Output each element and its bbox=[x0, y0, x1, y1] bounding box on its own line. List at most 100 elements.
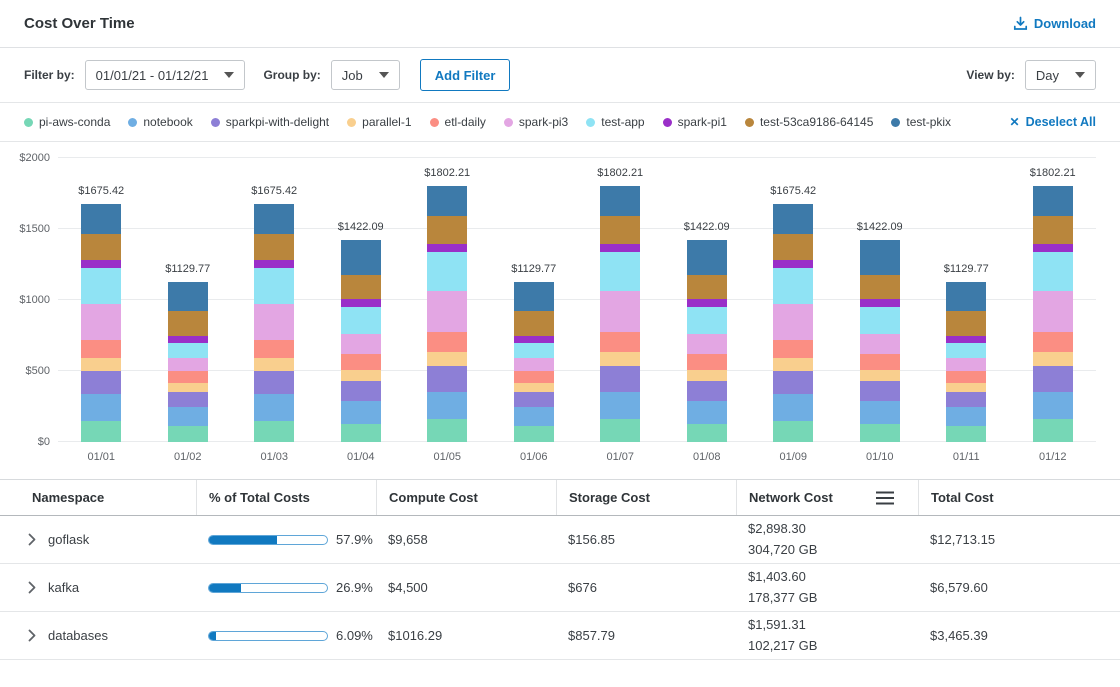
x-axis-tick-label: 01/01 bbox=[58, 451, 145, 463]
column-header-total-cost: Total Cost bbox=[918, 480, 1120, 515]
view-by-select[interactable]: Day bbox=[1025, 60, 1096, 90]
bar-column-01-10[interactable]: $1422.09 bbox=[837, 158, 924, 442]
bar-segment-test-53ca9186-64145 bbox=[514, 311, 554, 337]
namespace-label: kafka bbox=[48, 580, 79, 595]
column-header-label: Compute Cost bbox=[389, 490, 478, 505]
bar-segment-pi-aws-conda bbox=[427, 419, 467, 442]
bar-segment-spark-pi3 bbox=[81, 304, 121, 340]
bar-segment-spark-pi1 bbox=[254, 260, 294, 268]
bar-segment-etl-daily bbox=[254, 340, 294, 358]
legend-item-test-pkix[interactable]: test-pkix bbox=[891, 115, 951, 129]
download-icon bbox=[1013, 16, 1028, 31]
namespace-cell: goflask bbox=[0, 532, 196, 547]
legend-item-spark-pi3[interactable]: spark-pi3 bbox=[504, 115, 568, 129]
bar-segment-notebook bbox=[427, 392, 467, 420]
group-by-select[interactable]: Job bbox=[331, 60, 400, 90]
bar-stack bbox=[341, 240, 381, 442]
download-label: Download bbox=[1034, 16, 1096, 31]
column-header-label: Network Cost bbox=[749, 490, 833, 505]
bar-column-01-02[interactable]: $1129.77 bbox=[145, 158, 232, 442]
legend-item-label: test-pkix bbox=[906, 115, 951, 129]
bar-column-01-12[interactable]: $1802.21 bbox=[1010, 158, 1097, 442]
bar-column-01-05[interactable]: $1802.21 bbox=[404, 158, 491, 442]
bar-total-label: $1802.21 bbox=[565, 167, 676, 179]
bar-segment-test-pkix bbox=[773, 204, 813, 234]
column-header-network-cost: Network Cost bbox=[736, 480, 918, 515]
table-row-kafka: kafka26.9%$4,500$676$1,403.60178,377 GB$… bbox=[0, 564, 1120, 612]
bar-segment-test-app bbox=[341, 307, 381, 334]
close-icon: ✕ bbox=[1010, 115, 1020, 129]
x-axis-tick-label: 01/08 bbox=[664, 451, 751, 463]
column-header-storage-cost: Storage Cost bbox=[556, 480, 736, 515]
legend-item-pi-aws-conda[interactable]: pi-aws-conda bbox=[24, 115, 110, 129]
column-header-label: Storage Cost bbox=[569, 490, 650, 505]
bar-segment-pi-aws-conda bbox=[1033, 419, 1073, 442]
bar-segment-sparkpi-with-delight bbox=[860, 381, 900, 401]
bar-stack bbox=[600, 186, 640, 442]
panel-header: Cost Over Time Download bbox=[0, 0, 1120, 48]
bar-segment-test-app bbox=[687, 307, 727, 334]
page-title: Cost Over Time bbox=[24, 15, 135, 32]
expand-row-button[interactable] bbox=[28, 533, 36, 546]
total-cost-cell: $3,465.39 bbox=[918, 628, 1120, 643]
legend-item-spark-pi1[interactable]: spark-pi1 bbox=[663, 115, 727, 129]
percent-label: 26.9% bbox=[336, 580, 373, 595]
legend-item-test-app[interactable]: test-app bbox=[586, 115, 644, 129]
bar-column-01-01[interactable]: $1675.42 bbox=[58, 158, 145, 442]
bar-segment-spark-pi3 bbox=[600, 291, 640, 332]
column-header-of-total-costs: % of Total Costs bbox=[196, 480, 376, 515]
bar-segment-test-pkix bbox=[168, 282, 208, 311]
bar-stack bbox=[860, 240, 900, 442]
bar-segment-test-app bbox=[168, 343, 208, 359]
group-by-label: Group by: bbox=[263, 68, 320, 82]
legend-item-test-53ca9186-64145[interactable]: test-53ca9186-64145 bbox=[745, 115, 873, 129]
bar-segment-spark-pi1 bbox=[1033, 244, 1073, 253]
bar-stack bbox=[687, 240, 727, 442]
bar-segment-pi-aws-conda bbox=[254, 421, 294, 442]
legend-item-sparkpi-with-delight[interactable]: sparkpi-with-delight bbox=[211, 115, 329, 129]
legend-item-etl-daily[interactable]: etl-daily bbox=[430, 115, 486, 129]
bar-column-01-03[interactable]: $1675.42 bbox=[231, 158, 318, 442]
bar-column-01-08[interactable]: $1422.09 bbox=[664, 158, 751, 442]
cost-chart: $0$500$1000$1500$2000 $1675.42$1129.77$1… bbox=[0, 142, 1120, 463]
column-menu-icon[interactable] bbox=[876, 491, 894, 505]
group-by-value: Job bbox=[342, 68, 363, 83]
legend-color-dot bbox=[586, 118, 595, 127]
bar-segment-sparkpi-with-delight bbox=[168, 392, 208, 408]
bar-column-01-06[interactable]: $1129.77 bbox=[491, 158, 578, 442]
bar-total-label: $1129.77 bbox=[133, 263, 244, 275]
column-header-compute-cost: Compute Cost bbox=[376, 480, 556, 515]
bar-column-01-11[interactable]: $1129.77 bbox=[923, 158, 1010, 442]
bar-segment-etl-daily bbox=[946, 371, 986, 383]
y-axis: $0$500$1000$1500$2000 bbox=[10, 158, 58, 442]
bar-column-01-07[interactable]: $1802.21 bbox=[577, 158, 664, 442]
date-range-select[interactable]: 01/01/21 - 01/12/21 bbox=[85, 60, 246, 90]
bar-column-01-04[interactable]: $1422.09 bbox=[318, 158, 405, 442]
table-body: goflask57.9%$9,658$156.85$2,898.30304,72… bbox=[0, 516, 1120, 660]
bar-segment-parallel-1 bbox=[81, 358, 121, 371]
legend-item-label: etl-daily bbox=[445, 115, 486, 129]
bar-segment-test-53ca9186-64145 bbox=[946, 311, 986, 337]
bar-segment-test-app bbox=[1033, 252, 1073, 290]
deselect-all-label: Deselect All bbox=[1026, 115, 1096, 129]
deselect-all-button[interactable]: ✕ Deselect All bbox=[1010, 115, 1096, 129]
bar-segment-test-53ca9186-64145 bbox=[1033, 216, 1073, 244]
view-by-label: View by: bbox=[966, 68, 1014, 82]
bar-segment-pi-aws-conda bbox=[946, 426, 986, 442]
legend-item-parallel-1[interactable]: parallel-1 bbox=[347, 115, 411, 129]
column-header-label: % of Total Costs bbox=[209, 490, 310, 505]
filter-bar: Filter by: 01/01/21 - 01/12/21 Group by:… bbox=[0, 48, 1120, 102]
add-filter-button[interactable]: Add Filter bbox=[420, 59, 511, 91]
filter-by-label: Filter by: bbox=[24, 68, 75, 82]
bar-segment-parallel-1 bbox=[600, 352, 640, 366]
bar-segment-parallel-1 bbox=[946, 383, 986, 392]
legend-item-label: notebook bbox=[143, 115, 192, 129]
y-axis-tick-label: $1500 bbox=[2, 223, 50, 235]
bar-segment-sparkpi-with-delight bbox=[600, 366, 640, 392]
expand-row-button[interactable] bbox=[28, 581, 36, 594]
expand-row-button[interactable] bbox=[28, 629, 36, 642]
download-button[interactable]: Download bbox=[1013, 16, 1096, 31]
legend-item-notebook[interactable]: notebook bbox=[128, 115, 192, 129]
bar-stack bbox=[81, 204, 121, 442]
bar-column-01-09[interactable]: $1675.42 bbox=[750, 158, 837, 442]
